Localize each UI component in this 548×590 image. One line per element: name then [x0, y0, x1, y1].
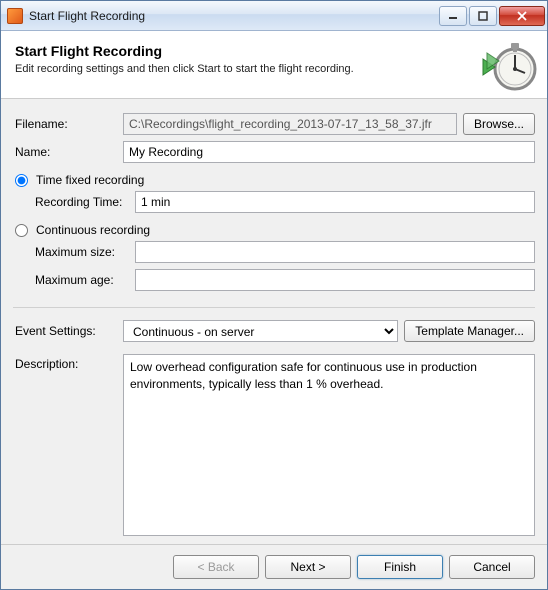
app-icon: [7, 8, 23, 24]
time-fixed-radio[interactable]: [15, 174, 28, 187]
continuous-radio[interactable]: [15, 224, 28, 237]
recording-time-row: Recording Time:: [13, 191, 535, 213]
event-settings-label: Event Settings:: [13, 324, 117, 338]
name-field[interactable]: [123, 141, 535, 163]
page-title: Start Flight Recording: [15, 43, 533, 59]
max-age-row: Maximum age:: [13, 269, 535, 291]
wizard-footer: < Back Next > Finish Cancel: [1, 544, 547, 589]
filename-label: Filename:: [13, 117, 117, 131]
name-row: Name:: [13, 141, 535, 163]
window-title: Start Flight Recording: [29, 9, 439, 23]
description-label: Description:: [13, 354, 117, 536]
time-fixed-radio-label: Time fixed recording: [36, 173, 144, 187]
filename-field[interactable]: C:\Recordings\flight_recording_2013-07-1…: [123, 113, 457, 135]
cancel-button[interactable]: Cancel: [449, 555, 535, 579]
max-age-field[interactable]: [135, 269, 535, 291]
continuous-radio-label: Continuous recording: [36, 223, 150, 237]
description-row: Description: Low overhead configuration …: [13, 354, 535, 536]
recording-time-field[interactable]: [135, 191, 535, 213]
max-size-row: Maximum size:: [13, 241, 535, 263]
event-settings-row: Event Settings: Continuous - on server T…: [13, 320, 535, 342]
template-manager-button[interactable]: Template Manager...: [404, 320, 535, 342]
next-button[interactable]: Next >: [265, 555, 351, 579]
separator: [13, 307, 535, 308]
description-field[interactable]: Low overhead configuration safe for cont…: [123, 354, 535, 536]
wizard-header: Start Flight Recording Edit recording se…: [1, 31, 547, 99]
maximize-icon: [478, 11, 488, 21]
event-settings-select[interactable]: Continuous - on server: [123, 320, 398, 342]
max-size-field[interactable]: [135, 241, 535, 263]
back-button[interactable]: < Back: [173, 555, 259, 579]
max-size-label: Maximum size:: [13, 245, 129, 259]
window-controls: [439, 6, 545, 26]
minimize-button[interactable]: [439, 6, 467, 26]
browse-button[interactable]: Browse...: [463, 113, 535, 135]
recording-time-label: Recording Time:: [13, 195, 129, 209]
max-age-label: Maximum age:: [13, 273, 129, 287]
titlebar[interactable]: Start Flight Recording: [1, 1, 547, 31]
close-icon: [517, 11, 527, 21]
filename-row: Filename: C:\Recordings\flight_recording…: [13, 113, 535, 135]
page-subtitle: Edit recording settings and then click S…: [15, 63, 533, 75]
stopwatch-icon: [481, 37, 537, 93]
wizard-content: Filename: C:\Recordings\flight_recording…: [1, 99, 547, 544]
minimize-icon: [448, 11, 458, 21]
name-label: Name:: [13, 145, 117, 159]
time-fixed-radio-row: Time fixed recording: [15, 173, 535, 187]
maximize-button[interactable]: [469, 6, 497, 26]
continuous-radio-row: Continuous recording: [15, 223, 535, 237]
dialog-window: Start Flight Recording Start Flight Reco…: [0, 0, 548, 590]
finish-button[interactable]: Finish: [357, 555, 443, 579]
close-button[interactable]: [499, 6, 545, 26]
